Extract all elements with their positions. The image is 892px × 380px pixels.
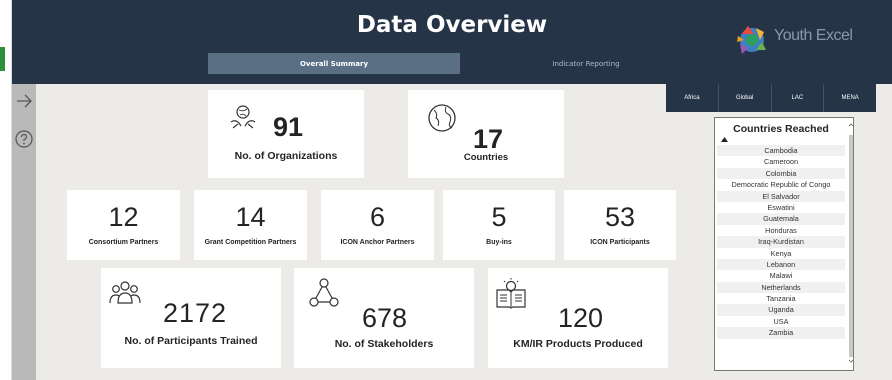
stakeholders-label: No. of Stakeholders: [334, 338, 434, 350]
sort-ascending-icon[interactable]: [721, 137, 728, 142]
globe-icon: [428, 104, 456, 132]
logo-text: Youth Excel: [774, 27, 853, 44]
slicer-item[interactable]: Eswatini: [717, 202, 845, 213]
stakeholders-value: 678: [362, 303, 408, 333]
km-ir-products-value: 120: [558, 303, 604, 333]
stakeholders-card: 678 No. of Stakeholders: [294, 268, 474, 368]
slicer-item[interactable]: Cameroon: [717, 156, 845, 167]
icon-anchor-value: 6: [369, 202, 386, 232]
slicer-item[interactable]: Uganda: [717, 304, 845, 316]
slicer-item[interactable]: Kenya: [717, 248, 845, 259]
grant-competition-card: 14 Grant Competition Partners: [194, 190, 307, 260]
hands-globe-icon: [230, 105, 256, 129]
slicer-item[interactable]: Guatemala: [717, 213, 845, 225]
consortium-partners-card: 12 Consortium Partners: [67, 190, 180, 260]
countries-label: Countries: [463, 152, 509, 163]
region-mena-button[interactable]: MENA: [824, 84, 876, 112]
icon-participants-card: 53 ICON Participants: [564, 190, 676, 260]
consortium-partners-label: Consortium Partners: [88, 239, 159, 246]
organizations-value: 91: [273, 112, 304, 142]
slicer-item[interactable]: Malawi: [717, 270, 845, 281]
organizations-label: No. of Organizations: [234, 150, 338, 162]
tab-indicator-reporting[interactable]: Indicator Reporting: [460, 53, 712, 74]
participants-trained-card: 2172 No. of Participants Trained: [101, 268, 281, 368]
icon-participants-label: ICON Participants: [590, 239, 650, 246]
slicer-item[interactable]: El Salvador: [717, 190, 845, 202]
countries-reached-slicer[interactable]: Countries Reached Cambodia Cameroon Colo…: [714, 117, 854, 371]
region-filter-bar: Africa Global LAC MENA: [666, 84, 876, 112]
region-lac-button[interactable]: LAC: [772, 84, 825, 112]
consortium-partners-value: 12: [108, 202, 139, 232]
active-indicator: [0, 47, 5, 71]
slicer-item[interactable]: Honduras: [717, 225, 845, 236]
participants-trained-label: No. of Participants Trained: [124, 335, 258, 347]
slicer-scrollbar[interactable]: [848, 121, 854, 367]
people-group-icon: [109, 281, 141, 304]
slicer-item[interactable]: Zambia: [717, 327, 845, 339]
slicer-list: Cambodia Cameroon Colombia Democratic Re…: [717, 145, 845, 339]
participants-trained-value: 2172: [163, 298, 228, 328]
window-left-strip: [0, 0, 12, 380]
organizations-card: 91 No. of Organizations: [208, 90, 364, 178]
km-ir-products-card: 120 KM/IR Products Produced: [488, 268, 668, 368]
arrow-right-icon[interactable]: [15, 92, 33, 110]
side-panel: [12, 84, 36, 380]
slicer-item[interactable]: Democratic Republic of Congo: [717, 179, 845, 190]
slicer-item[interactable]: Colombia: [717, 167, 845, 180]
tab-overall-summary[interactable]: Overall Summary: [208, 53, 460, 74]
header-bar: Data Overview Overall Summary Indicator …: [12, 0, 892, 84]
youth-excel-logo: Youth Excel: [734, 22, 892, 60]
buy-ins-card: 5 Buy-ins: [443, 190, 555, 260]
help-circle-icon[interactable]: [15, 130, 33, 148]
icon-participants-value: 53: [604, 202, 636, 232]
buy-ins-label: Buy-ins: [486, 239, 512, 246]
slicer-item[interactable]: USA: [717, 316, 845, 327]
slicer-item[interactable]: Tanzania: [717, 293, 845, 304]
slicer-title: Countries Reached: [733, 123, 829, 135]
scroll-thumb[interactable]: [849, 135, 853, 357]
countries-value: 17: [473, 124, 504, 154]
book-lightbulb-icon: [496, 278, 526, 309]
region-global-button[interactable]: Global: [719, 84, 772, 112]
icon-anchor-label: ICON Anchor Partners: [340, 239, 415, 246]
region-africa-button[interactable]: Africa: [666, 84, 719, 112]
scroll-down-icon[interactable]: [848, 357, 854, 365]
scroll-up-icon[interactable]: [848, 121, 854, 129]
buy-ins-value: 5: [491, 202, 507, 232]
icon-anchor-card: 6 ICON Anchor Partners: [321, 190, 434, 260]
countries-card: 17 Countries: [408, 90, 564, 178]
km-ir-products-label: KM/IR Products Produced: [513, 338, 643, 350]
network-people-icon: [309, 278, 339, 307]
grant-competition-value: 14: [235, 202, 266, 232]
dashboard-page: Data Overview Overall Summary Indicator …: [0, 0, 892, 380]
slicer-item[interactable]: Lebanon: [717, 258, 845, 271]
slicer-item[interactable]: Cambodia: [717, 145, 845, 157]
grant-competition-label: Grant Competition Partners: [204, 239, 297, 246]
slicer-item[interactable]: Iraq-Kurdistan: [717, 236, 845, 248]
slicer-item[interactable]: Netherlands: [717, 281, 845, 294]
